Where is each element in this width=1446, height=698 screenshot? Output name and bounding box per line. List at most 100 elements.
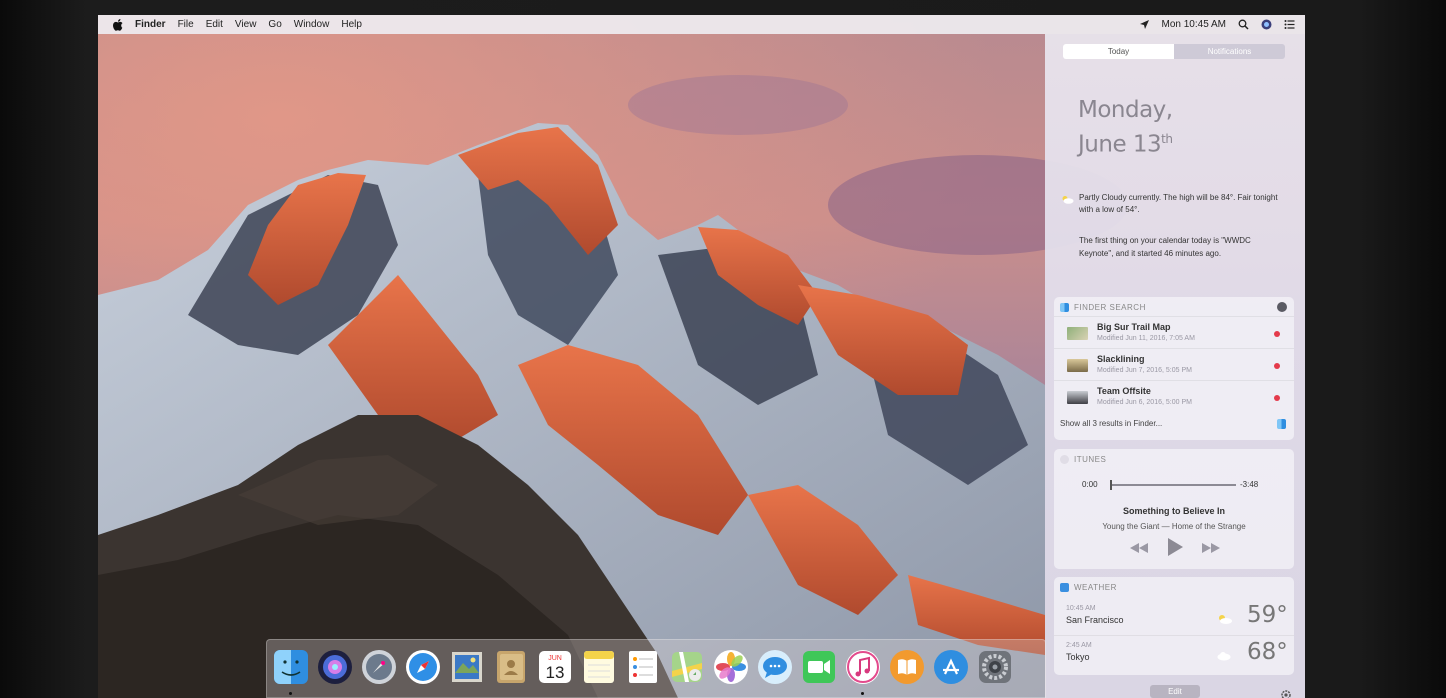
song-title: Something to Believe In (1122, 506, 1225, 516)
presentation-backdrop: Finder File Edit View Go Window Help Mon… (0, 0, 1446, 698)
show-all-results-link[interactable]: Show all 3 results in Finder... (1060, 419, 1162, 428)
menu-view[interactable]: View (235, 19, 257, 30)
result-title: Team Offsite (1097, 386, 1151, 396)
menu-clock[interactable]: Mon 10:45 AM (1162, 19, 1226, 30)
map-thumbnail-icon (1067, 327, 1088, 340)
reminders-icon[interactable] (625, 649, 661, 685)
photo-thumbnail-icon (1067, 391, 1088, 404)
weather-summary-text: Partly Cloudy currently. The high will b… (1079, 193, 1278, 214)
notes-icon[interactable] (581, 649, 617, 685)
weather-widget: WEATHER 10:45 AM San Francisco 59° 2:45 … (1054, 577, 1294, 675)
finder-icon[interactable] (273, 649, 309, 685)
play-icon[interactable] (1167, 537, 1183, 561)
playback-controls (1130, 537, 1220, 561)
song-artist: Young the Giant — Home of the Strange (1102, 522, 1246, 531)
tab-today[interactable]: Today (1063, 44, 1174, 59)
location-arrow-icon[interactable] (1139, 19, 1150, 30)
city-temperature: 68° (1247, 639, 1288, 665)
widget-header: WEATHER (1060, 581, 1117, 593)
spotlight-icon[interactable] (1238, 19, 1249, 30)
weather-row[interactable]: 10:45 AM San Francisco 59° (1054, 599, 1294, 635)
launchpad-icon[interactable] (361, 649, 397, 685)
itunes-widget: ITUNES 0:00 -3:48 Something to Believe I… (1054, 449, 1294, 569)
remaining-time: -3:48 (1240, 480, 1259, 489)
weather-summary: Partly Cloudy currently. The high will b… (1060, 192, 1290, 216)
itunes-title: ITUNES (1074, 454, 1107, 464)
widget-settings-icon[interactable] (1277, 302, 1287, 312)
result-meta: Modified Jun 7, 2016, 5:05 PM (1097, 367, 1192, 374)
playback-scrubber[interactable] (1110, 484, 1236, 486)
list-item[interactable]: Big Sur Trail Map Modified Jun 11, 2016,… (1054, 316, 1294, 348)
widget-header: ITUNES (1060, 453, 1106, 465)
result-meta: Modified Jun 6, 2016, 5:00 PM (1097, 399, 1192, 406)
edit-button[interactable]: Edit (1150, 685, 1200, 698)
ibooks-icon[interactable] (889, 649, 925, 685)
running-indicator (861, 692, 864, 695)
itunes-small-icon (1060, 454, 1069, 464)
siri-icon[interactable] (1261, 19, 1272, 30)
mail-icon[interactable] (449, 649, 485, 685)
date-month-day: June 13 (1078, 131, 1162, 158)
menu-go[interactable]: Go (268, 19, 281, 30)
notification-center-icon[interactable] (1284, 19, 1295, 30)
notification-center-tabs: Today Notifications (1063, 44, 1285, 59)
contacts-icon[interactable] (493, 649, 529, 685)
date-ordinal: th (1161, 132, 1173, 146)
safari-icon[interactable] (405, 649, 441, 685)
result-title: Slacklining (1097, 354, 1145, 364)
elapsed-time: 0:00 (1082, 480, 1098, 489)
menu-bar-extras: Mon 10:45 AM (1139, 15, 1295, 34)
cloudy-icon (1216, 648, 1232, 666)
today-date: Monday, June 13th (1078, 96, 1173, 160)
partly-cloudy-icon (1216, 611, 1232, 629)
calendar-day: 13 (546, 663, 565, 682)
photos-icon[interactable] (713, 649, 749, 685)
red-tag-icon (1274, 363, 1280, 369)
weather-small-icon (1060, 582, 1069, 592)
facetime-icon[interactable] (801, 649, 837, 685)
siri-icon[interactable] (317, 649, 353, 685)
apple-icon[interactable] (113, 18, 123, 31)
maps-icon[interactable] (669, 649, 705, 685)
red-tag-icon (1274, 331, 1280, 337)
date-weekday: Monday, (1078, 97, 1173, 123)
weather-row[interactable]: 2:45 AM Tokyo 68° (1054, 635, 1294, 671)
app-store-icon[interactable] (933, 649, 969, 685)
gear-icon[interactable] (1281, 687, 1291, 698)
city-time: 2:45 AM (1066, 642, 1092, 649)
partly-cloudy-icon (1060, 195, 1074, 208)
photo-thumbnail-icon (1067, 359, 1088, 372)
list-item[interactable]: Slacklining Modified Jun 7, 2016, 5:05 P… (1054, 348, 1294, 380)
date-day: June 13th (1078, 125, 1173, 160)
menu-help[interactable]: Help (341, 19, 362, 30)
finder-search-title: FINDER SEARCH (1074, 302, 1146, 312)
widget-header: FINDER SEARCH (1060, 301, 1146, 313)
menu-file[interactable]: File (178, 19, 194, 30)
scrubber-knob[interactable] (1110, 480, 1112, 490)
rewind-icon[interactable] (1130, 540, 1148, 558)
notification-center: Today Notifications Monday, June 13th Pa… (1045, 34, 1305, 698)
itunes-icon[interactable] (845, 649, 881, 685)
finder-icon[interactable] (1277, 419, 1286, 429)
dock: JUN 13 (266, 639, 1046, 698)
fast-forward-icon[interactable] (1202, 540, 1220, 558)
menu-window[interactable]: Window (294, 19, 330, 30)
system-preferences-icon[interactable] (977, 649, 1013, 685)
mac-screen: Finder File Edit View Go Window Help Mon… (98, 15, 1305, 698)
menu-bar: Finder File Edit View Go Window Help Mon… (98, 15, 1305, 34)
finder-small-icon (1060, 302, 1069, 312)
running-indicator (289, 692, 292, 695)
calendar-summary-text: The first thing on your calendar today i… (1079, 236, 1251, 258)
result-meta: Modified Jun 11, 2016, 7:05 AM (1097, 335, 1195, 342)
menu-edit[interactable]: Edit (206, 19, 223, 30)
menu-finder[interactable]: Finder (135, 19, 166, 30)
tab-notifications[interactable]: Notifications (1174, 44, 1285, 59)
messages-icon[interactable] (757, 649, 793, 685)
weather-title: WEATHER (1074, 582, 1117, 592)
city-name: Tokyo (1066, 652, 1090, 662)
calendar-icon[interactable]: JUN13 (537, 649, 573, 685)
finder-search-widget: FINDER SEARCH Big Sur Trail Map Modified… (1054, 297, 1294, 440)
list-item[interactable]: Team Offsite Modified Jun 6, 2016, 5:00 … (1054, 380, 1294, 412)
calendar-month: JUN (548, 655, 562, 662)
city-temperature: 59° (1247, 602, 1288, 628)
